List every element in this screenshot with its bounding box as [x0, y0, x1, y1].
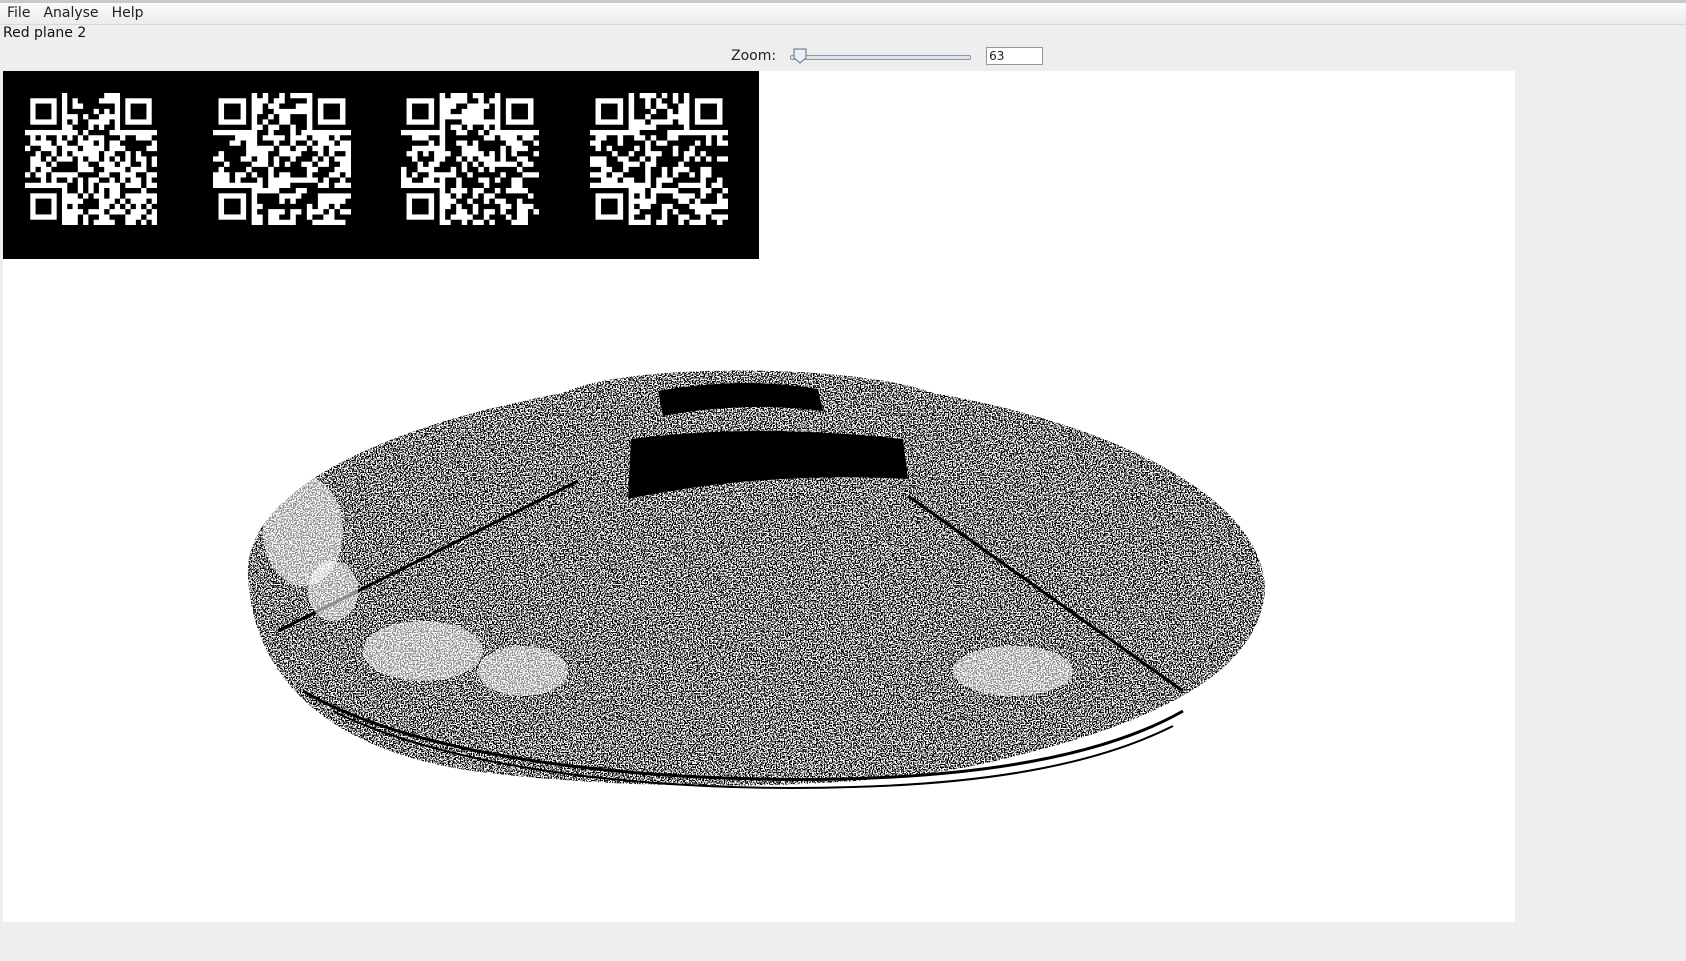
saucer-body — [247, 370, 1266, 786]
saucer-highlight-patch — [478, 646, 568, 696]
saucer-highlight-patch — [363, 621, 483, 681]
zoom-label: Zoom: — [731, 48, 777, 64]
menu-bar: File Analyse Help — [0, 3, 1686, 25]
zoom-controls: Zoom: — [731, 44, 1044, 68]
menu-help[interactable]: Help — [105, 3, 150, 24]
menu-file[interactable]: File — [0, 3, 36, 24]
saucer-highlight-patch — [308, 561, 358, 621]
zoom-slider-thumb[interactable] — [793, 48, 807, 64]
app-window: File Analyse Help Red plane 2 Zoom: — [0, 0, 1686, 961]
plane-label: Red plane 2 — [3, 25, 87, 41]
saucer-highlight-patch — [953, 646, 1073, 696]
image-viewer — [3, 71, 1515, 922]
zoom-slider-track[interactable] — [790, 55, 972, 60]
zoom-value-input[interactable] — [986, 47, 1044, 65]
zoom-slider[interactable] — [788, 46, 973, 66]
noisy-saucer-image — [247, 370, 1266, 789]
menu-analyse[interactable]: Analyse — [36, 3, 104, 24]
